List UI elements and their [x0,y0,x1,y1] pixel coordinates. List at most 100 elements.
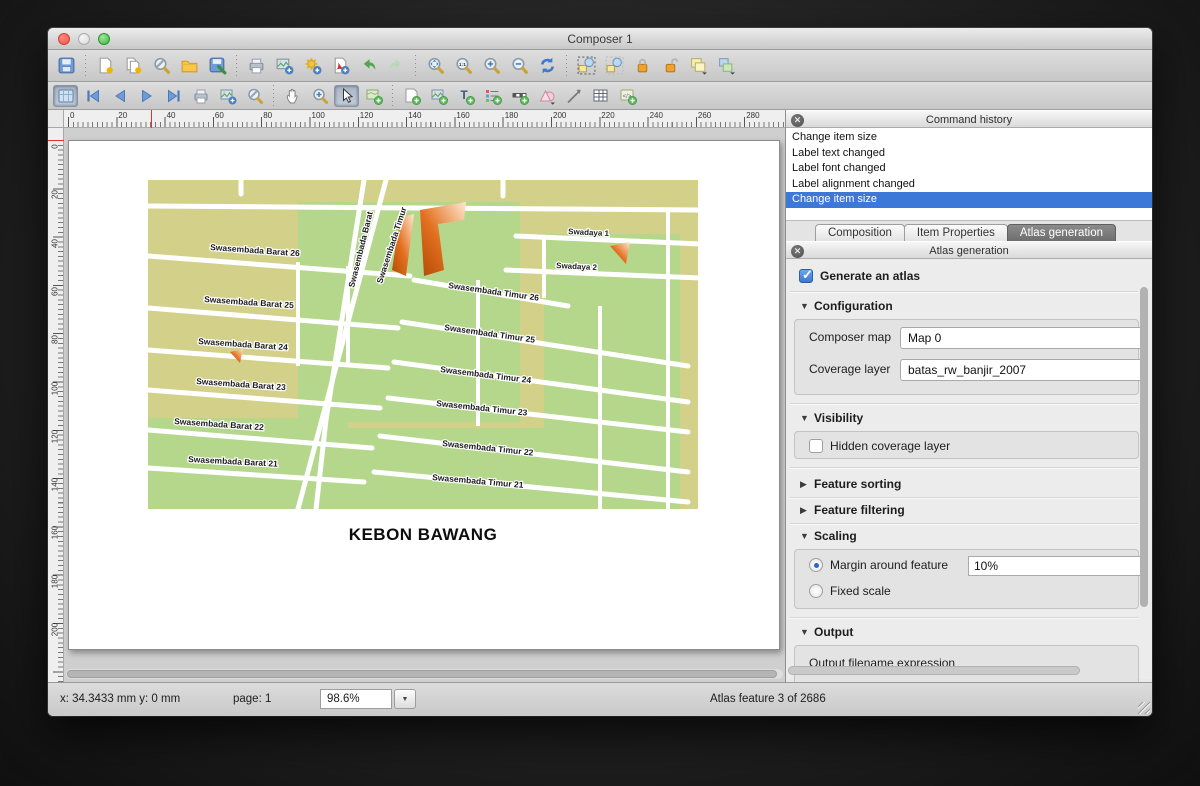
export-image-button[interactable] [271,54,297,78]
print-button[interactable] [243,54,269,78]
zoom-full-button[interactable] [422,54,448,78]
add-arrow-button[interactable] [561,85,586,107]
refresh-view-button[interactable] [534,54,560,78]
scrollbar-thumb[interactable] [67,670,777,678]
lock-items-button[interactable] [629,54,655,78]
redo-button[interactable] [383,54,409,78]
history-item[interactable]: Change item size [786,130,1152,146]
zoom-in-button[interactable] [478,54,504,78]
history-item[interactable]: Label text changed [786,146,1152,162]
atlas-next-feature-button[interactable] [134,85,159,107]
add-scalebar-button[interactable] [507,85,532,107]
ruler-label: 140 [51,478,60,492]
new-composition-button[interactable] [92,54,118,78]
export-pdf-button[interactable] [327,54,353,78]
group-items-button[interactable] [685,54,711,78]
ruler-label: 20 [51,188,60,202]
expand-arrow-icon[interactable]: ▶ [800,479,814,490]
canvas-horizontal-scrollbar[interactable] [66,669,783,679]
printer-icon [247,56,266,75]
ruler-corner [48,110,64,128]
add-html-button[interactable]: </> [615,85,640,107]
zoom-level-value[interactable]: 98.6% [320,689,392,709]
zoom-dropdown-button[interactable]: ▼ [394,689,416,709]
atlas-last-feature-button[interactable] [161,85,186,107]
coverage-layer-select[interactable]: batas_rw_banjir_2007 [900,359,1145,381]
title-bar[interactable]: Composer 1 [48,28,1152,50]
history-item[interactable]: Label alignment changed [786,177,1152,193]
zoom-out-button[interactable] [506,54,532,78]
map-item[interactable]: Swasembada Barat 26Swasembada Barat 25Sw… [148,180,698,509]
unlock-all-button[interactable] [657,54,683,78]
atlas-preview-button[interactable] [53,85,78,107]
floppy-pencil-icon [208,56,227,75]
composer-map-select[interactable]: Map 0 [900,327,1145,349]
map-title-label[interactable]: KEBON BAWANG [148,525,698,545]
toolbar-separator [233,55,240,77]
zoom-tool-button[interactable] [307,85,332,107]
generate-atlas-checkbox[interactable] [799,269,813,283]
load-template-button[interactable] [176,54,202,78]
undo-button[interactable] [355,54,381,78]
ruler-label: 0 [70,111,74,120]
panel-vertical-scrollbar[interactable] [1140,287,1148,639]
atlas-first-feature-button[interactable] [80,85,105,107]
save-template-button[interactable] [204,54,230,78]
composer-window: Composer 1 1:1 T</> 02040608010012014016… [48,28,1152,716]
zoom-actual-button[interactable]: 1:1 [450,54,476,78]
select-move-item-button[interactable] [334,85,359,107]
collapse-arrow-icon[interactable]: ▼ [800,413,814,423]
command-history-list[interactable]: Change item sizeLabel text changedLabel … [786,128,1152,221]
scaling-section-label: Scaling [814,529,857,543]
add-table-button[interactable] [588,85,613,107]
save-project-button[interactable] [53,54,79,78]
export-svg-button[interactable] [299,54,325,78]
collapse-arrow-icon[interactable]: ▼ [800,627,814,637]
panel-horizontal-scrollbar[interactable] [788,666,1080,675]
add-new-map-button[interactable] [399,85,424,107]
tab-item-properties[interactable]: Item Properties [904,224,1008,241]
history-item[interactable]: Change item size [786,192,1152,208]
history-item[interactable]: Label font changed [786,161,1152,177]
collapse-arrow-icon[interactable]: ▼ [800,531,814,541]
expand-arrow-icon[interactable]: ▶ [800,505,814,516]
group-icon [689,56,708,75]
hidden-coverage-checkbox[interactable] [809,439,823,453]
composition-canvas[interactable]: Swasembada Barat 26Swasembada Barat 25Sw… [64,128,785,682]
right-panel: ✕ Command history Change item sizeLabel … [785,110,1152,682]
atlas-previous-feature-button[interactable] [107,85,132,107]
pan-tool-button[interactable] [280,85,305,107]
atlas-settings-button[interactable] [242,85,267,107]
deselect-all-button[interactable] [601,54,627,78]
refresh-icon [538,56,557,75]
fixed-scale-label: Fixed scale [830,584,891,598]
export-atlas-button[interactable] [215,85,240,107]
map-preview: Swasembada Barat 26Swasembada Barat 25Sw… [148,180,698,509]
move-item-content-button[interactable] [361,85,386,107]
tab-composition[interactable]: Composition [815,224,905,241]
scrollbar-thumb[interactable] [1140,287,1148,607]
collapse-arrow-icon[interactable]: ▼ [800,301,814,311]
ruler-label: 60 [51,284,60,298]
coverage-layer-label: Coverage layer [809,362,890,376]
composition-page[interactable]: Swasembada Barat 26Swasembada Barat 25Sw… [68,140,780,650]
zoom-level-combo[interactable]: 98.6% ▼ [320,689,416,709]
resize-grip[interactable] [1138,702,1150,714]
close-panel-icon[interactable]: ✕ [791,245,804,258]
tab-atlas-generation[interactable]: Atlas generation [1007,224,1116,241]
arrange-items-button[interactable] [713,54,739,78]
margin-value-input[interactable]: 10% [968,556,1146,576]
zoom-full-icon [426,56,445,75]
margin-around-feature-radio[interactable] [809,558,823,572]
fixed-scale-radio[interactable] [809,584,823,598]
add-image-icon [430,87,448,105]
add-label-button[interactable]: T [453,85,478,107]
close-panel-icon[interactable]: ✕ [791,114,804,127]
add-legend-button[interactable] [480,85,505,107]
duplicate-composition-button[interactable] [120,54,146,78]
add-shape-button[interactable] [534,85,559,107]
composer-manager-button[interactable] [148,54,174,78]
print-atlas-button[interactable] [188,85,213,107]
select-all-items-button[interactable] [573,54,599,78]
add-image-button[interactable] [426,85,451,107]
